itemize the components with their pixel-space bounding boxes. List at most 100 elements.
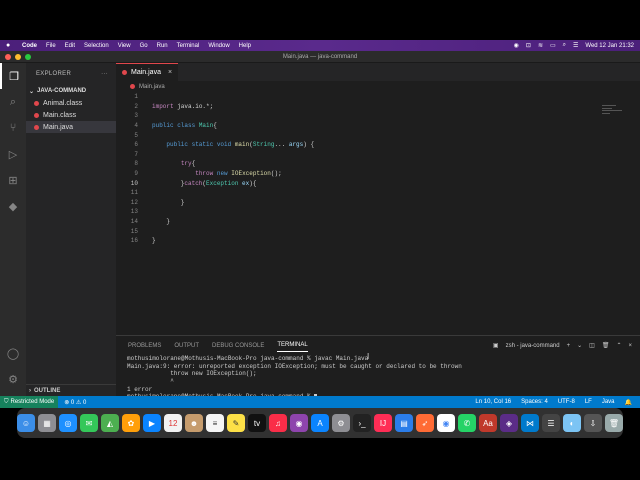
launchpad-icon[interactable]: ▦ bbox=[38, 414, 56, 432]
battery-icon[interactable]: ▭ bbox=[550, 42, 556, 49]
messages-icon[interactable]: ✉ bbox=[80, 414, 98, 432]
vscode-window: Main.java — java-command ❐ ⌕ ⑂ ▷ ⊞ ◆ ◯ ⚙… bbox=[0, 51, 640, 408]
app-icon[interactable]: ▤ bbox=[395, 414, 413, 432]
menubar-status-area: ◉ ⊡ ≋ ▭ ⌕ ☰ Wed 12 Jan 21:32 bbox=[514, 42, 634, 49]
menu-help[interactable]: Help bbox=[239, 43, 251, 49]
search-icon[interactable]: ⌕ bbox=[563, 42, 566, 49]
line-number: 12 bbox=[130, 198, 138, 206]
wifi-icon[interactable]: ≋ bbox=[538, 42, 543, 49]
menu-run[interactable]: Run bbox=[157, 43, 168, 49]
java-file-icon bbox=[34, 112, 39, 118]
line-number: 15 bbox=[130, 227, 138, 235]
file-main-java[interactable]: Main.java bbox=[26, 121, 116, 133]
record-icon[interactable]: ◉ bbox=[514, 42, 519, 49]
vscode-icon[interactable]: ⋈ bbox=[521, 414, 539, 432]
close-panel-icon[interactable]: × bbox=[628, 343, 632, 349]
music-icon[interactable]: ♫ bbox=[269, 414, 287, 432]
apple-tv-icon[interactable]: tv bbox=[248, 414, 266, 432]
menu-app-name[interactable]: Code bbox=[22, 43, 37, 49]
account-icon[interactable]: ◯ bbox=[0, 340, 26, 366]
app-icon[interactable]: ☰ bbox=[542, 414, 560, 432]
explorer-icon[interactable]: ❐ bbox=[0, 63, 26, 89]
extensions-icon[interactable]: ⊞ bbox=[0, 167, 26, 193]
volume-icon[interactable]: ⊡ bbox=[526, 42, 531, 49]
minimap[interactable] bbox=[602, 105, 626, 119]
folder-java-command[interactable]: ⌄ JAVA-COMMAND bbox=[26, 85, 116, 97]
file-main-class[interactable]: Main.class bbox=[26, 109, 116, 121]
menu-go[interactable]: Go bbox=[140, 43, 148, 49]
intellij-icon[interactable]: IJ bbox=[374, 414, 392, 432]
explorer-title: EXPLORER bbox=[36, 71, 72, 77]
menu-window[interactable]: Window bbox=[208, 43, 229, 49]
maps-icon[interactable]: ◭ bbox=[101, 414, 119, 432]
file-animal-class[interactable]: Animal.class bbox=[26, 97, 116, 109]
clock[interactable]: Wed 12 Jan 21:32 bbox=[585, 43, 634, 49]
apple-icon[interactable]: ● bbox=[6, 42, 14, 49]
calendar-icon[interactable]: 12 bbox=[164, 414, 182, 432]
trash-icon[interactable]: 🗑 bbox=[605, 414, 623, 432]
line-number: 3 bbox=[134, 112, 138, 120]
notes-icon[interactable]: ✎ bbox=[227, 414, 245, 432]
system-preferences-icon[interactable]: ⚙ bbox=[332, 414, 350, 432]
downloads-icon[interactable]: ⇩ bbox=[584, 414, 602, 432]
cursor-position[interactable]: Ln 10, Col 16 bbox=[475, 399, 511, 406]
tab-terminal[interactable]: TERMINAL bbox=[277, 339, 308, 352]
indentation[interactable]: Spaces: 4 bbox=[521, 399, 548, 406]
breadcrumb-file[interactable]: Main.java bbox=[139, 84, 165, 90]
problems-indicator[interactable]: ⊗ 0 ⚠ 0 bbox=[64, 399, 86, 406]
dictionary-icon[interactable]: Aa bbox=[479, 414, 497, 432]
menu-view[interactable]: View bbox=[118, 43, 131, 49]
swift-icon[interactable]: ➶ bbox=[416, 414, 434, 432]
terminal-output[interactable]: mothusimolorane@Mothusis-MacBook-Pro jav… bbox=[116, 355, 640, 401]
terminal-app-icon[interactable]: ›_ bbox=[353, 414, 371, 432]
visual-studio-icon[interactable]: ◈ bbox=[500, 414, 518, 432]
reminders-icon[interactable]: ≡ bbox=[206, 414, 224, 432]
menu-selection[interactable]: Selection bbox=[84, 43, 109, 49]
docker-icon[interactable]: ◆ bbox=[0, 193, 26, 219]
trash-icon[interactable]: 🗑 bbox=[602, 342, 610, 349]
restricted-mode-indicator[interactable]: ⛉ Restricted Mode bbox=[0, 396, 59, 408]
photos-icon[interactable]: ✿ bbox=[122, 414, 140, 432]
language-mode[interactable]: Java bbox=[602, 399, 615, 406]
folder-label: JAVA-COMMAND bbox=[37, 88, 87, 94]
chevron-down-icon[interactable]: ⌄ bbox=[577, 342, 582, 349]
macos-dock: ☺ ▦ ◎ ✉ ◭ ✿ ▶ 12 ☻ ≡ ✎ tv ♫ ◉ A ⚙ ›_ IJ … bbox=[17, 408, 623, 438]
more-actions-icon[interactable]: ··· bbox=[101, 71, 108, 77]
whatsapp-icon[interactable]: ✆ bbox=[458, 414, 476, 432]
code-editor[interactable]: 1 2 import java.io.*; 3 4 public class Mai… bbox=[116, 92, 640, 246]
code-line: 3 bbox=[116, 111, 640, 121]
close-tab-icon[interactable]: × bbox=[168, 69, 172, 76]
tab-output[interactable]: OUTPUT bbox=[174, 340, 199, 352]
terminal-selector[interactable]: zsh - java-command bbox=[506, 343, 560, 349]
end-of-line[interactable]: LF bbox=[585, 399, 592, 406]
text-cursor-icon: I bbox=[367, 352, 370, 361]
new-terminal-icon[interactable]: + bbox=[567, 343, 571, 349]
finder-icon[interactable]: ☺ bbox=[17, 414, 35, 432]
code-text: }catch(Exception ex){ bbox=[152, 179, 257, 187]
menu-file[interactable]: File bbox=[46, 43, 56, 49]
split-terminal-icon[interactable]: ◫ bbox=[589, 342, 595, 349]
tab-debug-console[interactable]: DEBUG CONSOLE bbox=[212, 340, 264, 352]
search-icon[interactable]: ⌕ bbox=[0, 89, 26, 115]
outline-section[interactable]: › OUTLINE bbox=[26, 384, 116, 396]
bell-icon[interactable]: 🔔 bbox=[625, 399, 632, 406]
menu-edit[interactable]: Edit bbox=[65, 43, 75, 49]
encoding[interactable]: UTF-8 bbox=[558, 399, 575, 406]
maximize-panel-icon[interactable]: ⌃ bbox=[616, 342, 621, 349]
chrome-icon[interactable]: ◉ bbox=[437, 414, 455, 432]
control-center-icon[interactable]: ☰ bbox=[573, 42, 578, 49]
source-control-icon[interactable]: ⑂ bbox=[0, 115, 26, 141]
chevron-right-icon: › bbox=[29, 387, 31, 394]
tab-main-java[interactable]: Main.java × bbox=[116, 63, 179, 81]
podcasts-icon[interactable]: ◉ bbox=[290, 414, 308, 432]
tab-problems[interactable]: PROBLEMS bbox=[128, 340, 161, 352]
settings-gear-icon[interactable]: ⚙ bbox=[0, 366, 26, 392]
menu-terminal[interactable]: Terminal bbox=[177, 43, 200, 49]
app-store-icon[interactable]: A bbox=[311, 414, 329, 432]
run-debug-icon[interactable]: ▷ bbox=[0, 141, 26, 167]
safari-icon[interactable]: ◎ bbox=[59, 414, 77, 432]
facetime-icon[interactable]: ▶ bbox=[143, 414, 161, 432]
contacts-icon[interactable]: ☻ bbox=[185, 414, 203, 432]
explorer-header: EXPLORER ··· bbox=[26, 63, 116, 85]
preview-icon[interactable]: ◐ bbox=[563, 414, 581, 432]
